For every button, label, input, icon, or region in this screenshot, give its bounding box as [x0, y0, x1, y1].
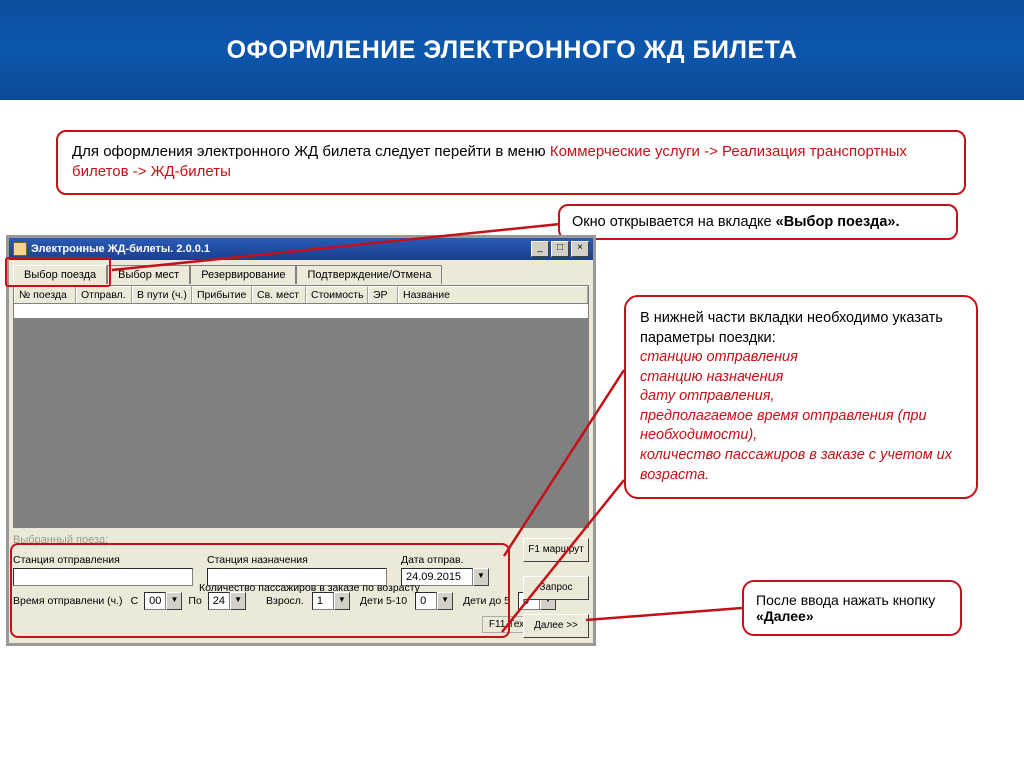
col-name[interactable]: Название — [398, 286, 588, 303]
query-panel: Станция отправления Станция назначения Д… — [13, 548, 589, 639]
tab-select-train[interactable]: Выбор поезда — [13, 265, 107, 284]
label-arr-station: Станция назначения — [207, 554, 387, 566]
grid-body-empty-row[interactable] — [13, 304, 589, 318]
tab-reservation[interactable]: Резервирование — [190, 265, 296, 284]
app-window: Электронные ЖД-билеты. 2.0.0.1 _ □ × Выб… — [6, 235, 596, 646]
close-button[interactable]: × — [571, 241, 589, 257]
slide-header: ОФОРМЛЕНИЕ ЭЛЕКТРОННОГО ЖД БИЛЕТА — [0, 0, 1024, 100]
label-dep-station: Станция отправления — [13, 554, 193, 566]
tab-confirm-cancel[interactable]: Подтверждение/Отмена — [296, 265, 442, 284]
col-arrival[interactable]: Прибытие — [192, 286, 252, 303]
input-dep-station[interactable] — [13, 568, 193, 586]
callout-tab-hint: Окно открывается на вкладке «Выбор поезд… — [558, 204, 958, 240]
next-button[interactable]: Далее >> — [523, 614, 589, 638]
dropdown-time-to[interactable]: 24 ▼ — [208, 592, 246, 610]
dropdown-adult[interactable]: 1 ▼ — [312, 592, 350, 610]
col-cost[interactable]: Стоимость — [306, 286, 368, 303]
col-free-seats[interactable]: Св. мест — [252, 286, 306, 303]
grid-body-background[interactable] — [13, 318, 589, 528]
col-departure[interactable]: Отправл. — [76, 286, 132, 303]
intro-text: Для оформления электронного ЖД билета сл… — [72, 143, 550, 160]
chevron-down-icon[interactable]: ▼ — [166, 592, 182, 610]
dropdown-child510[interactable]: 0 ▼ — [415, 592, 453, 610]
callout-params: В нижней части вкладки необходимо указат… — [624, 295, 978, 499]
f1-route-button[interactable]: F1 маршрут — [523, 538, 589, 562]
maximize-button[interactable]: □ — [551, 241, 569, 257]
col-duration[interactable]: В пути (ч.) — [132, 286, 192, 303]
chevron-down-icon[interactable]: ▼ — [334, 592, 350, 610]
label-date: Дата отправ. — [401, 554, 489, 566]
intro-callout: Для оформления электронного ЖД билета сл… — [56, 130, 966, 195]
app-icon — [13, 242, 27, 256]
grid-header: № поезда Отправл. В пути (ч.) Прибытие С… — [13, 285, 589, 304]
chevron-down-icon[interactable]: ▼ — [473, 568, 489, 586]
window-title: Электронные ЖД-билеты. 2.0.0.1 — [31, 243, 531, 255]
col-er[interactable]: ЭР — [368, 286, 398, 303]
titlebar[interactable]: Электронные ЖД-билеты. 2.0.0.1 _ □ × — [9, 238, 593, 260]
tabs-row: Выбор поезда Выбор мест Резервирование П… — [9, 260, 593, 283]
dropdown-time-from[interactable]: 00 ▼ — [144, 592, 182, 610]
selected-train-label: Выбранный поезд: — [13, 532, 589, 548]
callout-next: После ввода нажать кнопку «Далее» — [742, 580, 962, 636]
chevron-down-icon[interactable]: ▼ — [230, 592, 246, 610]
slide-title: ОФОРМЛЕНИЕ ЭЛЕКТРОННОГО ЖД БИЛЕТА — [227, 36, 798, 65]
query-button[interactable]: Запрос — [523, 576, 589, 600]
label-pax-header: Количество пассажиров в заказе по возрас… — [199, 582, 420, 594]
chevron-down-icon[interactable]: ▼ — [437, 592, 453, 610]
label-time: Время отправлени (ч.) — [13, 595, 123, 607]
minimize-button[interactable]: _ — [531, 241, 549, 257]
tab-select-seats[interactable]: Выбор мест — [107, 265, 190, 284]
col-train-no[interactable]: № поезда — [14, 286, 76, 303]
